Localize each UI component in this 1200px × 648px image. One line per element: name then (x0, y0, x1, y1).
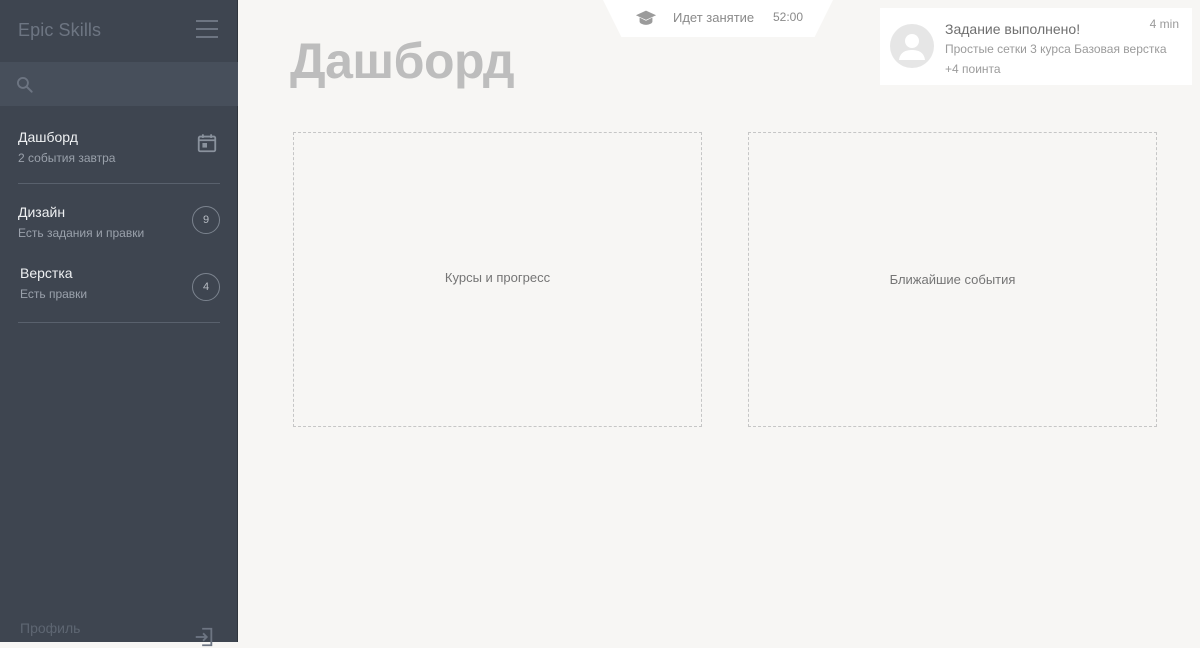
notification-toast[interactable]: Задание выполнено! 4 min Простые сетки 3… (880, 8, 1192, 85)
count-badge: 4 (192, 273, 220, 301)
page-title: Дашборд (290, 33, 515, 89)
sidebar-item-dashboard[interactable]: Дашборд 2 события завтра (18, 129, 220, 187)
search-input[interactable] (44, 70, 224, 98)
menu-line (196, 20, 218, 22)
logout-icon[interactable] (193, 626, 215, 648)
sidebar-item-label: Дашборд (18, 129, 78, 145)
sidebar-item-subtitle: Есть задания и правки (18, 226, 145, 240)
graduation-cap-icon (635, 10, 657, 25)
user-avatar-icon (890, 24, 934, 68)
sidebar-item-subtitle: Есть правки (20, 287, 88, 301)
menu-icon[interactable] (196, 20, 218, 42)
profile-link[interactable]: Профиль (20, 620, 80, 636)
menu-line (196, 28, 218, 30)
notification-title: Задание выполнено! (945, 21, 1081, 37)
sidebar: Epic Skills Дашборд 2 события завтра Диз… (0, 0, 238, 647)
search-bar (0, 62, 238, 106)
lesson-timer: 52:00 (773, 10, 804, 24)
menu-line (196, 36, 218, 38)
panel-label: Курсы и прогресс (444, 270, 551, 285)
sidebar-divider (18, 183, 220, 184)
sidebar-item-layout[interactable]: Верстка Есть правки 4 (18, 265, 220, 323)
sidebar-divider (18, 322, 220, 323)
sidebar-item-design[interactable]: Дизайн Есть задания и правки 9 (18, 204, 220, 262)
lesson-label: Идет занятие (673, 10, 755, 25)
notification-time: 4 min (1149, 17, 1179, 31)
calendar-icon (197, 134, 217, 153)
sidebar-item-subtitle: 2 события завтра (18, 151, 116, 165)
panel-label: Ближайшие события (889, 272, 1016, 287)
sidebar-item-label: Верстка (20, 265, 73, 281)
courses-progress-panel: Курсы и прогресс (293, 132, 702, 427)
brand-logo[interactable]: Epic Skills (18, 20, 101, 41)
notification-text: Простые сетки 3 курса Базовая верстка (945, 42, 1167, 56)
sidebar-item-label: Дизайн (18, 204, 66, 220)
search-icon[interactable] (15, 75, 35, 95)
notification-points: +4 поинта (945, 62, 1001, 76)
lesson-indicator[interactable]: Идет занятие 52:00 (603, 0, 833, 37)
count-badge: 9 (192, 206, 220, 234)
upcoming-events-panel: Ближайшие события (748, 132, 1157, 427)
